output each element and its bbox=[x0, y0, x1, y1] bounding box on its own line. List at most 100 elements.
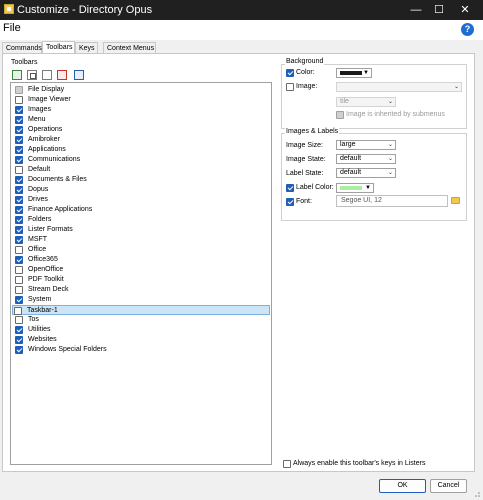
toolbar-enable-checkbox[interactable] bbox=[15, 106, 23, 114]
toolbar-enable-checkbox[interactable] bbox=[15, 216, 23, 224]
toolbar-list-item[interactable]: Office365 bbox=[14, 255, 269, 265]
background-image-combo[interactable]: ⌄ bbox=[336, 82, 462, 92]
ok-button[interactable]: OK bbox=[379, 479, 426, 493]
toolbar-enable-checkbox[interactable] bbox=[15, 156, 23, 164]
delete-toolbar-icon[interactable] bbox=[57, 70, 67, 80]
toolbar-enable-checkbox[interactable] bbox=[15, 126, 23, 134]
close-button[interactable]: ✕ bbox=[458, 3, 472, 17]
toolbar-enable-checkbox[interactable] bbox=[15, 256, 23, 264]
toolbar-list-item[interactable]: Utilities bbox=[14, 325, 269, 335]
label-color-swatch bbox=[340, 186, 362, 190]
image-state-label: Image State: bbox=[286, 156, 326, 163]
toolbar-enable-checkbox[interactable] bbox=[15, 226, 23, 234]
image-state-combo[interactable]: default ⌄ bbox=[336, 154, 396, 164]
font-label: Font: bbox=[296, 198, 312, 205]
toolbar-list-item[interactable]: MSFT bbox=[14, 235, 269, 245]
toolbar-list-item[interactable]: System bbox=[14, 295, 269, 305]
toolbar-name: Utilities bbox=[28, 326, 51, 333]
toolbar-list-item[interactable]: Folders bbox=[14, 215, 269, 225]
toolbar-list-item[interactable]: Office bbox=[14, 245, 269, 255]
edit-toolbar-icon[interactable] bbox=[74, 70, 84, 80]
toolbar-enable-checkbox[interactable] bbox=[15, 186, 23, 194]
label-color-label: Label Color: bbox=[296, 184, 334, 191]
maximize-button[interactable]: ☐ bbox=[432, 3, 446, 17]
toolbar-list-item[interactable]: Taskbar-1 bbox=[12, 305, 270, 315]
label-state-combo[interactable]: default ⌄ bbox=[336, 168, 396, 178]
toolbar-enable-checkbox[interactable] bbox=[15, 176, 23, 184]
toolbar-list-item[interactable]: Dopus bbox=[14, 185, 269, 195]
save-toolbar-icon[interactable] bbox=[42, 70, 52, 80]
font-field[interactable]: Segoe UI, 12 bbox=[336, 195, 448, 207]
resize-grip-icon[interactable] bbox=[473, 490, 481, 498]
toolbar-list-item[interactable]: Lister Formats bbox=[14, 225, 269, 235]
toolbar-enable-checkbox[interactable] bbox=[15, 346, 23, 354]
toolbar-list-item[interactable]: PDF Toolkit bbox=[14, 275, 269, 285]
toolbar-list-item[interactable]: Communications bbox=[14, 155, 269, 165]
toolbar-enable-checkbox[interactable] bbox=[15, 286, 23, 294]
toolbar-enable-checkbox[interactable] bbox=[15, 206, 23, 214]
image-label: Image: bbox=[296, 83, 318, 90]
toolbar-list[interactable]: File Display Image Viewer Images Menu Operat… bbox=[10, 82, 272, 465]
toolbar-enable-checkbox[interactable] bbox=[15, 116, 23, 124]
toolbar-name: PDF Toolkit bbox=[28, 276, 64, 283]
toolbar-enable-checkbox[interactable] bbox=[15, 166, 23, 174]
toolbar-enable-checkbox[interactable] bbox=[15, 316, 23, 324]
toolbar-list-item[interactable]: OpenOffice bbox=[14, 265, 269, 275]
toolbar-list-item[interactable]: Operations bbox=[14, 125, 269, 135]
always-enable-keys-checkbox[interactable] bbox=[283, 460, 291, 468]
toolbar-name: Finance Applications bbox=[28, 206, 93, 213]
title-bar: Customize - Directory Opus — ☐ ✕ bbox=[0, 0, 483, 20]
toolbar-name: Amibroker bbox=[28, 136, 60, 143]
inherit-submenus-checkbox[interactable] bbox=[336, 111, 344, 119]
toolbar-list-item[interactable]: Menu bbox=[14, 115, 269, 125]
image-size-combo[interactable]: large ⌄ bbox=[336, 140, 396, 150]
toolbar-enable-checkbox[interactable] bbox=[15, 326, 23, 334]
minimize-button[interactable]: — bbox=[409, 3, 423, 17]
toolbar-name: Lister Formats bbox=[28, 226, 73, 233]
label-color-picker[interactable]: ▼ bbox=[336, 183, 374, 193]
help-icon[interactable]: ? bbox=[461, 23, 474, 36]
toolbar-name: Folders bbox=[28, 216, 52, 223]
toolbar-list-item[interactable]: Image Viewer bbox=[14, 95, 269, 105]
toolbar-enable-checkbox[interactable] bbox=[14, 307, 22, 315]
color-checkbox[interactable] bbox=[286, 69, 294, 77]
toolbar-name: Communications bbox=[28, 156, 81, 163]
toolbar-enable-checkbox[interactable] bbox=[15, 146, 23, 154]
copy-toolbar-icon[interactable] bbox=[27, 70, 37, 80]
toolbar-list-item[interactable]: Amibroker bbox=[14, 135, 269, 145]
window-title: Customize - Directory Opus bbox=[17, 4, 153, 16]
toolbar-enable-checkbox[interactable] bbox=[15, 246, 23, 254]
new-toolbar-icon[interactable] bbox=[12, 70, 22, 80]
toolbar-enable-checkbox[interactable] bbox=[15, 236, 23, 244]
toolbar-list-item[interactable]: Documents & Files bbox=[14, 175, 269, 185]
toolbar-list-item[interactable]: Drives bbox=[14, 195, 269, 205]
toolbar-name: Stream Deck bbox=[28, 286, 69, 293]
toolbar-list-item[interactable]: Finance Applications bbox=[14, 205, 269, 215]
toolbar-list-item[interactable]: Windows Special Folders bbox=[14, 345, 269, 355]
image-checkbox[interactable] bbox=[286, 83, 294, 91]
folder-icon[interactable] bbox=[451, 197, 460, 204]
toolbar-list-item[interactable]: Images bbox=[14, 105, 269, 115]
toolbar-enable-checkbox[interactable] bbox=[15, 266, 23, 274]
toolbar-list-item[interactable]: Stream Deck bbox=[14, 285, 269, 295]
toolbar-list-item[interactable]: Applications bbox=[14, 145, 269, 155]
label-color-checkbox[interactable] bbox=[286, 184, 294, 192]
chevron-down-icon: ⌄ bbox=[387, 170, 393, 176]
toolbar-list-item[interactable]: Tos bbox=[14, 315, 269, 325]
toolbar-enable-checkbox[interactable] bbox=[15, 336, 23, 344]
toolbar-list-item[interactable]: Websites bbox=[14, 335, 269, 345]
toolbar-name: MSFT bbox=[28, 236, 48, 243]
toolbar-enable-checkbox[interactable] bbox=[15, 86, 23, 94]
toolbar-enable-checkbox[interactable] bbox=[15, 136, 23, 144]
toolbar-enable-checkbox[interactable] bbox=[15, 296, 23, 304]
toolbar-enable-checkbox[interactable] bbox=[15, 276, 23, 284]
toolbar-enable-checkbox[interactable] bbox=[15, 96, 23, 104]
background-color-picker[interactable]: ▼ bbox=[336, 68, 372, 78]
font-checkbox[interactable] bbox=[286, 198, 294, 206]
toolbar-list-item[interactable]: File Display bbox=[14, 85, 269, 95]
cancel-button[interactable]: Cancel bbox=[430, 479, 467, 493]
toolbar-list-item[interactable]: Default bbox=[14, 165, 269, 175]
chevron-down-icon: ⌄ bbox=[387, 142, 393, 148]
tile-mode-combo[interactable]: tile ⌄ bbox=[336, 97, 396, 107]
toolbar-enable-checkbox[interactable] bbox=[15, 196, 23, 204]
